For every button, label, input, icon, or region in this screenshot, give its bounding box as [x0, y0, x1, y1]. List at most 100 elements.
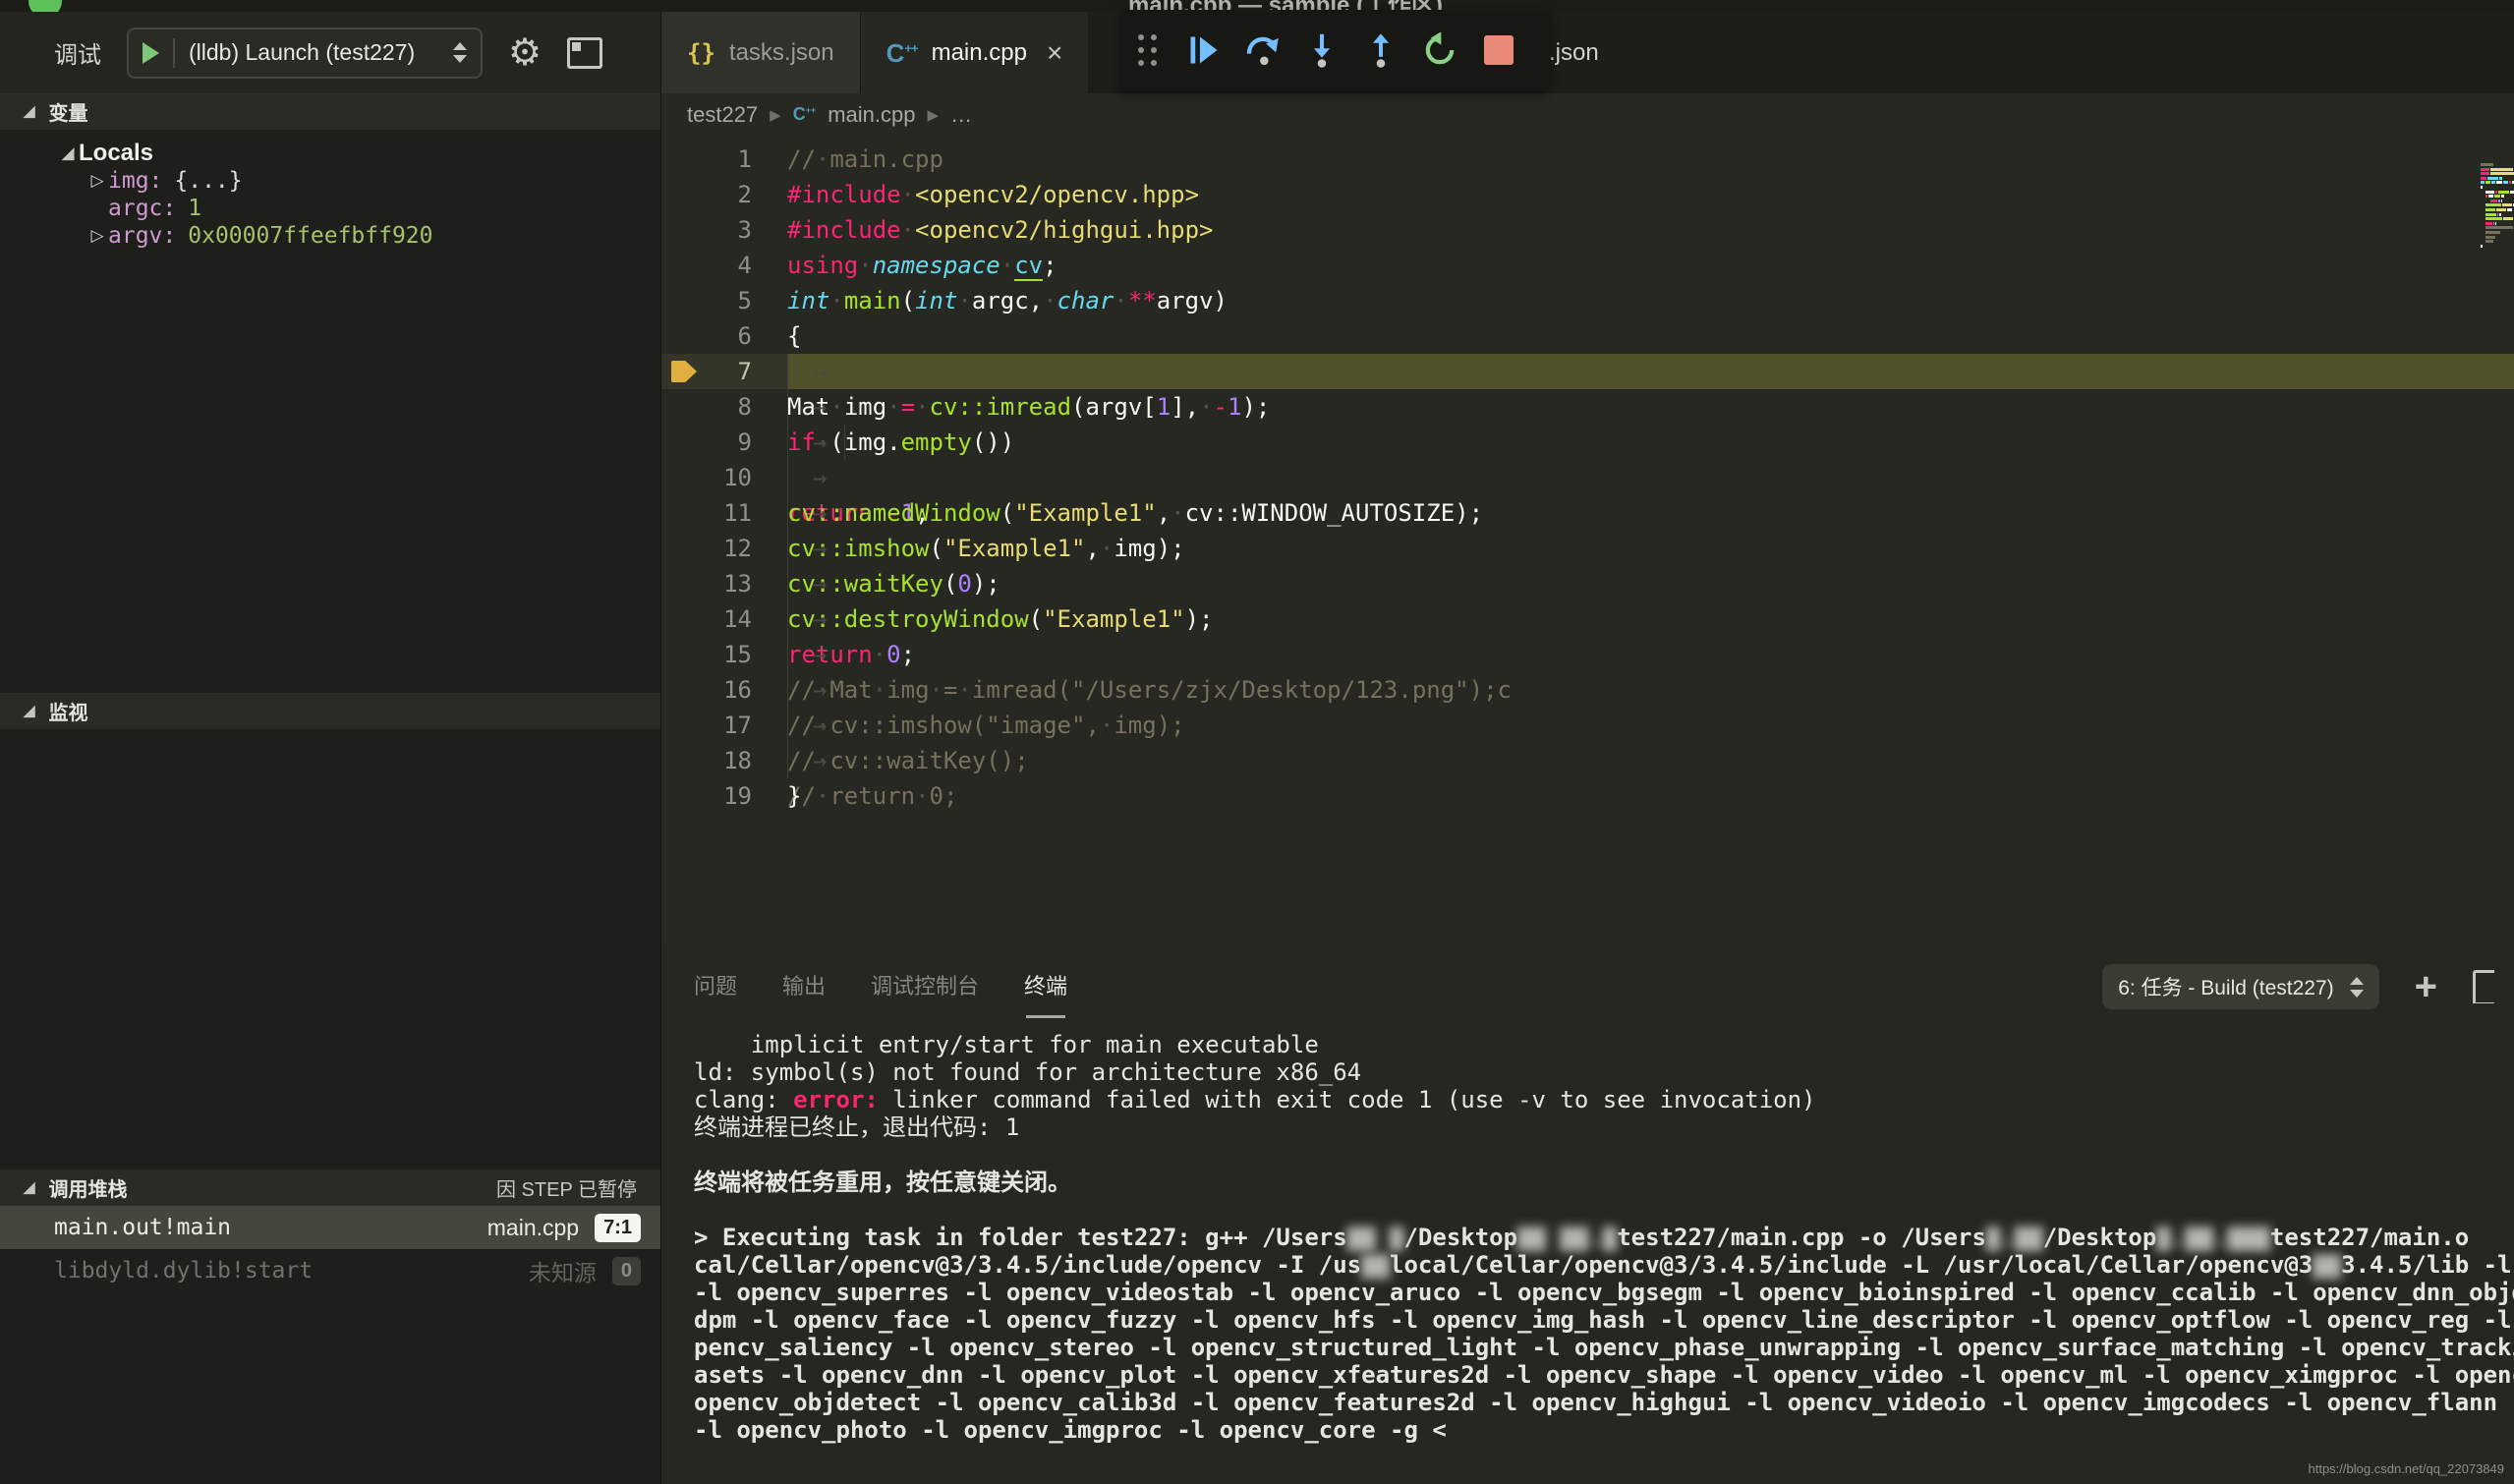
collapse-triangle-icon: ◢	[24, 704, 35, 718]
code-line[interactable]: 4using·namespace·cv;	[661, 248, 2514, 283]
step-out-button[interactable]	[1355, 25, 1406, 76]
code-line[interactable]: 7→ Mat·img·=·cv::imread(argv[1],·-1);	[661, 354, 2514, 389]
tab-output[interactable]: 输出	[782, 969, 826, 1004]
code-line[interactable]: 10→ cv::namedWindow("Example1",·cv::WIND…	[661, 460, 2514, 495]
line-number[interactable]: 17	[661, 708, 752, 743]
code-line[interactable]: 9→ → return·-1;	[661, 425, 2514, 460]
close-icon[interactable]: ×	[1047, 37, 1062, 69]
line-number[interactable]: 1	[661, 142, 752, 177]
line-number[interactable]: 18	[661, 743, 752, 778]
scope-locals[interactable]: ◢ Locals	[0, 140, 660, 167]
line-number[interactable]: 10	[661, 460, 752, 495]
line-number[interactable]: 12	[661, 531, 752, 566]
code-line[interactable]: 16→ //·cv::imshow("image",·img);	[661, 672, 2514, 708]
code-line[interactable]: 15→ //·Mat·img·=·imread("/Users/zjx/Desk…	[661, 637, 2514, 672]
terminal-line: cal/Cellar/opencv@3/3.4.5/include/opencv…	[694, 1251, 2514, 1279]
traffic-light-green-icon[interactable]	[29, 0, 62, 12]
code-line[interactable]: 6{	[661, 318, 2514, 354]
new-terminal-icon[interactable]: +	[2415, 967, 2437, 1006]
code-line[interactable]: 5int·main(int·argc,·char·**argv)	[661, 283, 2514, 318]
split-terminal-icon[interactable]	[2473, 970, 2494, 1003]
line-number[interactable]: 15	[661, 637, 752, 672]
terminal-output[interactable]: implicit entry/start for main executable…	[661, 1025, 2514, 1484]
step-over-button[interactable]	[1237, 25, 1288, 76]
panel-tab-bar: 问题 输出 调试控制台 终端 6: 任务 - Build (test227) +	[661, 948, 2514, 1025]
code-lines: 1//·main.cpp2#include·<opencv2/opencv.hp…	[661, 136, 2514, 814]
tab-tasks-json[interactable]: {} tasks.json	[661, 12, 861, 93]
variable-row-argc[interactable]: argc: 1	[0, 195, 660, 222]
code-editor[interactable]: 1//·main.cpp2#include·<opencv2/opencv.hp…	[661, 136, 2514, 947]
watch-section-header[interactable]: ◢ 监视	[0, 693, 660, 729]
tab-label: tasks.json	[729, 39, 834, 67]
code-line[interactable]: 2#include·<opencv2/opencv.hpp>	[661, 177, 2514, 212]
scope-label: Locals	[79, 140, 153, 167]
debug-console-icon[interactable]	[567, 37, 602, 69]
tab-debug-console[interactable]: 调试控制台	[871, 969, 979, 1004]
callstack-section-header[interactable]: ◢ 调用堆栈 因 STEP 已暂停	[0, 1170, 660, 1206]
frame-source: main.cpp	[487, 1215, 595, 1241]
terminal-line: -l opencv_photo -l opencv_imgproc -l ope…	[694, 1416, 2514, 1444]
debug-sidebar: 调试 (lldb) Launch (test227) ⚙ ◢ 变量 ◢ Loca…	[0, 12, 661, 1484]
terminal-selector[interactable]: 6: 任务 - Build (test227)	[2102, 964, 2378, 1009]
stop-button[interactable]	[1473, 25, 1524, 76]
callstack-header-label: 调用堆栈	[49, 1173, 128, 1202]
code-line[interactable]: 8→ if·(img.empty())	[661, 389, 2514, 425]
terminal-line	[694, 1141, 2514, 1169]
line-number[interactable]: 13	[661, 566, 752, 601]
variable-value: 1	[188, 196, 201, 221]
tab-terminal[interactable]: 终端	[1024, 969, 1067, 1004]
step-into-button[interactable]	[1296, 25, 1347, 76]
line-number[interactable]: 3	[661, 212, 752, 248]
indent-guide	[787, 460, 788, 495]
expand-chevron-icon[interactable]: ▷	[86, 171, 108, 191]
line-number[interactable]: 19	[661, 778, 752, 814]
collapse-triangle-icon: ◢	[24, 104, 35, 119]
indent-guide	[787, 566, 788, 601]
code-line[interactable]: 13→ cv::destroyWindow("Example1");	[661, 566, 2514, 601]
code-line[interactable]: 18→ //·return·0;	[661, 743, 2514, 778]
indent-guide	[787, 743, 788, 778]
line-number[interactable]: 11	[661, 495, 752, 531]
code-line[interactable]: 1//·main.cpp	[661, 142, 2514, 177]
line-number[interactable]: 8	[661, 389, 752, 425]
terminal-selector-value: 6: 任务 - Build (test227)	[2118, 972, 2333, 1001]
line-number[interactable]: 4	[661, 248, 752, 283]
variables-header-label: 变量	[49, 97, 88, 126]
line-number[interactable]: 6	[661, 318, 752, 354]
code-line[interactable]: 17→ //·cv::waitKey();	[661, 708, 2514, 743]
line-number[interactable]: 14	[661, 601, 752, 637]
variable-row-img[interactable]: ▷ img: {...}	[0, 167, 660, 195]
gear-icon[interactable]: ⚙	[508, 34, 542, 72]
variable-row-argv[interactable]: ▷ argv: 0x00007ffeefbff920	[0, 222, 660, 250]
line-number[interactable]: 5	[661, 283, 752, 318]
line-number[interactable]: 2	[661, 177, 752, 212]
code-line[interactable]: 11→ cv::imshow("Example1",·img);	[661, 495, 2514, 531]
drag-handle-icon[interactable]	[1138, 34, 1157, 66]
cpp-file-icon: C++	[793, 104, 817, 125]
variables-section-header[interactable]: ◢ 变量	[0, 93, 660, 130]
line-number[interactable]: 9	[661, 425, 752, 460]
indent-guide	[787, 531, 788, 566]
restart-button[interactable]	[1414, 25, 1465, 76]
terminal-line: > Executing task in folder test227: g++ …	[694, 1224, 2514, 1251]
stack-frame-main[interactable]: main.out!main main.cpp 7:1	[0, 1206, 660, 1249]
line-number[interactable]: 16	[661, 672, 752, 708]
tab-launch-json-partial[interactable]: .json	[1549, 12, 1599, 93]
expand-chevron-icon[interactable]: ▷	[86, 226, 108, 246]
breadcrumb-folder[interactable]: test227	[687, 102, 758, 128]
select-arrows-icon	[453, 42, 467, 63]
continue-button[interactable]	[1178, 25, 1229, 76]
stack-frame-start[interactable]: libdyld.dylib!start 未知源 0	[0, 1249, 660, 1292]
code-line[interactable]: 3#include·<opencv2/highgui.hpp>	[661, 212, 2514, 248]
launch-config-select[interactable]: (lldb) Launch (test227)	[127, 28, 483, 79]
breadcrumb-file[interactable]: main.cpp	[828, 102, 915, 128]
tab-main-cpp[interactable]: C++ main.cpp ×	[861, 12, 1089, 93]
terminal-line: 终端将被任务重用，按任意键关闭。	[694, 1169, 2514, 1196]
code-line[interactable]: 12→ cv::waitKey(0);	[661, 531, 2514, 566]
tab-problems[interactable]: 问题	[694, 969, 737, 1004]
code-line[interactable]: 14→ return·0;	[661, 601, 2514, 637]
code-line[interactable]: 19}	[661, 778, 2514, 814]
breadcrumb-symbol[interactable]: …	[950, 102, 972, 128]
start-debug-icon[interactable]	[143, 42, 159, 64]
minimap[interactable]	[2481, 163, 2514, 261]
